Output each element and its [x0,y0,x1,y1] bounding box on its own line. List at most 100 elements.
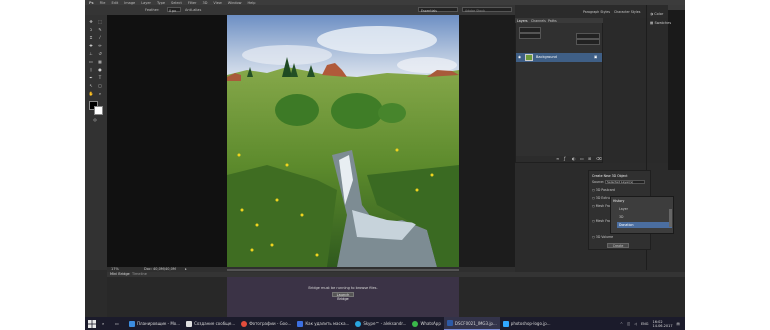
taskbar-item-label: photoshop-logo.jp... [510,321,551,326]
photoshop-icon [446,320,453,326]
menu-layer[interactable]: Layer [141,1,151,5]
paragraph-styles-area [668,10,685,170]
menu-select[interactable]: Select [171,1,182,5]
blend-mode-select[interactable] [519,33,541,39]
quick-mask-icon[interactable]: ◎ [92,117,98,122]
taskbar-item-label: Skype™ - aleksandr... [363,321,407,326]
fill-field[interactable] [576,39,600,45]
swatches-icon: ▦ [650,21,654,25]
history-item-donation[interactable]: Donation [619,223,633,227]
taskbar-item-photoshop-doc[interactable]: DSCF0021_IMG3.jp... [443,317,500,330]
tools-panel: ✥ ⬚ ↄ ✎ ⌗ ⁄ ✚ ✏ ⊥ ↺ ▭ ▦ ◊ ● ✒ T ↖ ▢ ✋ ⌕ … [85,15,108,270]
taskbar-item-photos[interactable]: Фотографии - Goo... [238,317,294,330]
panel-swatches[interactable]: ▦ Swatches [650,21,671,25]
tab-channels[interactable]: Channels [531,19,546,23]
brush-tool-icon[interactable]: ✏ [97,43,103,48]
crop-tool-icon[interactable]: ⌗ [88,35,94,40]
task-view-icon[interactable]: ▭ [112,317,126,330]
3d-panel-title: Create New 3D Object [592,174,628,178]
workspace-select[interactable]: Essentials [418,7,458,13]
taskbar-item-label: WhatsApp [420,321,441,326]
antialias-checkbox[interactable]: Anti-alias [185,8,201,12]
history-scrollbar[interactable] [669,209,672,227]
search-icon[interactable]: ⌕ [99,317,112,330]
create-button[interactable]: Create [607,243,629,248]
path-select-tool-icon[interactable]: ↖ [88,83,94,88]
gradient-tool-icon[interactable]: ▦ [97,59,103,64]
tab-timeline[interactable]: Timeline [132,272,147,276]
background-color-swatch[interactable] [94,106,103,115]
zoom-level[interactable]: 17% [111,267,119,271]
taskbar-item-message[interactable]: Создание сообще... [183,317,238,330]
history-brush-tool-icon[interactable]: ↺ [97,51,103,56]
eraser-tool-icon[interactable]: ▭ [88,59,94,64]
launch-bridge-button[interactable]: Launch Bridge [332,292,354,301]
menu-window[interactable]: Window [228,1,242,5]
menu-edit[interactable]: Edit [111,1,118,5]
workspace-label: Essentials [421,9,437,13]
chevron-up-icon[interactable]: ^ [620,322,623,326]
menu-image[interactable]: Image [124,1,135,5]
taskbar-item-planner[interactable]: Планировщик - Мо... [126,317,183,330]
hand-tool-icon[interactable]: ✋ [88,91,94,96]
mask-icon[interactable]: ◐ [572,156,576,161]
history-title: History [613,199,625,203]
status-arrow-icon[interactable]: ▸ [185,267,187,271]
move-tool-icon[interactable]: ✥ [88,19,94,24]
notifications-icon[interactable]: ▤ [677,322,680,326]
menu-filter[interactable]: Filter [188,1,197,5]
taskbar-item-skype[interactable]: Skype™ - aleksandr... [352,317,409,330]
zoom-tool-icon[interactable]: ⌕ [97,91,103,96]
volume-icon[interactable]: ◁ [634,322,637,326]
horizontal-scrollbar[interactable] [227,268,459,271]
source-select[interactable]: Selected Layer(s) [605,179,645,184]
tab-mini-bridge[interactable]: Mini Bridge [110,272,130,276]
fx-icon[interactable]: ƒ [564,156,565,161]
taskbar-item-photoshop-logo[interactable]: photoshop-logo.jp... [500,317,554,330]
source-label: Source: [592,180,605,184]
marquee-tool-icon[interactable]: ⬚ [97,19,103,24]
tab-paths[interactable]: Paths [548,19,557,23]
option-3d-volume[interactable]: ○ 3D Volume [592,235,613,239]
link-icon[interactable]: ∞ [556,156,559,161]
taskbar-item-whatsapp[interactable]: WhatsApp [409,317,443,330]
pen-tool-icon[interactable]: ✒ [88,75,94,80]
panel-color[interactable]: ◑ Color [650,12,663,16]
stock-search[interactable]: Adobe Stock [462,7,512,13]
document-photo[interactable] [227,15,459,267]
menu-file[interactable]: File [100,1,106,5]
start-button[interactable] [85,317,99,330]
color-icon: ◑ [650,12,654,16]
history-item-3d[interactable]: 3D [619,215,623,219]
feather-input[interactable]: 0 px [167,7,181,13]
lasso-tool-icon[interactable]: ↄ [88,27,94,32]
shape-tool-icon[interactable]: ▢ [97,83,103,88]
tab-layers[interactable]: Layers [517,19,528,23]
history-item-layer[interactable]: Layer [619,207,628,211]
folder-icon[interactable]: ▭ [580,156,584,161]
type-tool-icon[interactable]: T [97,75,103,80]
ps-logo: Ps [89,0,94,5]
blur-tool-icon[interactable]: ◊ [88,67,94,72]
quick-select-tool-icon[interactable]: ✎ [97,27,103,32]
eye-icon[interactable]: ◉ [518,55,521,59]
language-indicator[interactable]: ENG [641,322,649,326]
layer-row-background[interactable]: ◉ Background ▣ [516,53,602,62]
menu-help[interactable]: Help [248,1,256,5]
layer-name[interactable]: Background [536,55,557,59]
menu-type[interactable]: Type [157,1,165,5]
eyedropper-tool-icon[interactable]: ⁄ [97,35,103,40]
network-icon[interactable]: ◫ [627,322,630,326]
healing-tool-icon[interactable]: ✚ [88,43,94,48]
tab-character-styles[interactable]: Character Styles [614,10,640,14]
new-layer-icon[interactable]: ⊞ [588,156,591,161]
dodge-tool-icon[interactable]: ● [97,67,103,72]
option-3d-postcard[interactable]: ○ 3D Postcard [592,188,615,192]
trash-icon[interactable]: ⌫ [596,156,602,161]
menu-3d[interactable]: 3D [203,1,208,5]
taskbar-item-mask[interactable]: Как удалить маска... [294,317,352,330]
tab-paragraph-styles[interactable]: Paragraph Styles [583,10,610,14]
clock[interactable]: 16:02 14.06.2017 [653,320,673,328]
stamp-tool-icon[interactable]: ⊥ [88,51,94,56]
menu-view[interactable]: View [213,1,221,5]
